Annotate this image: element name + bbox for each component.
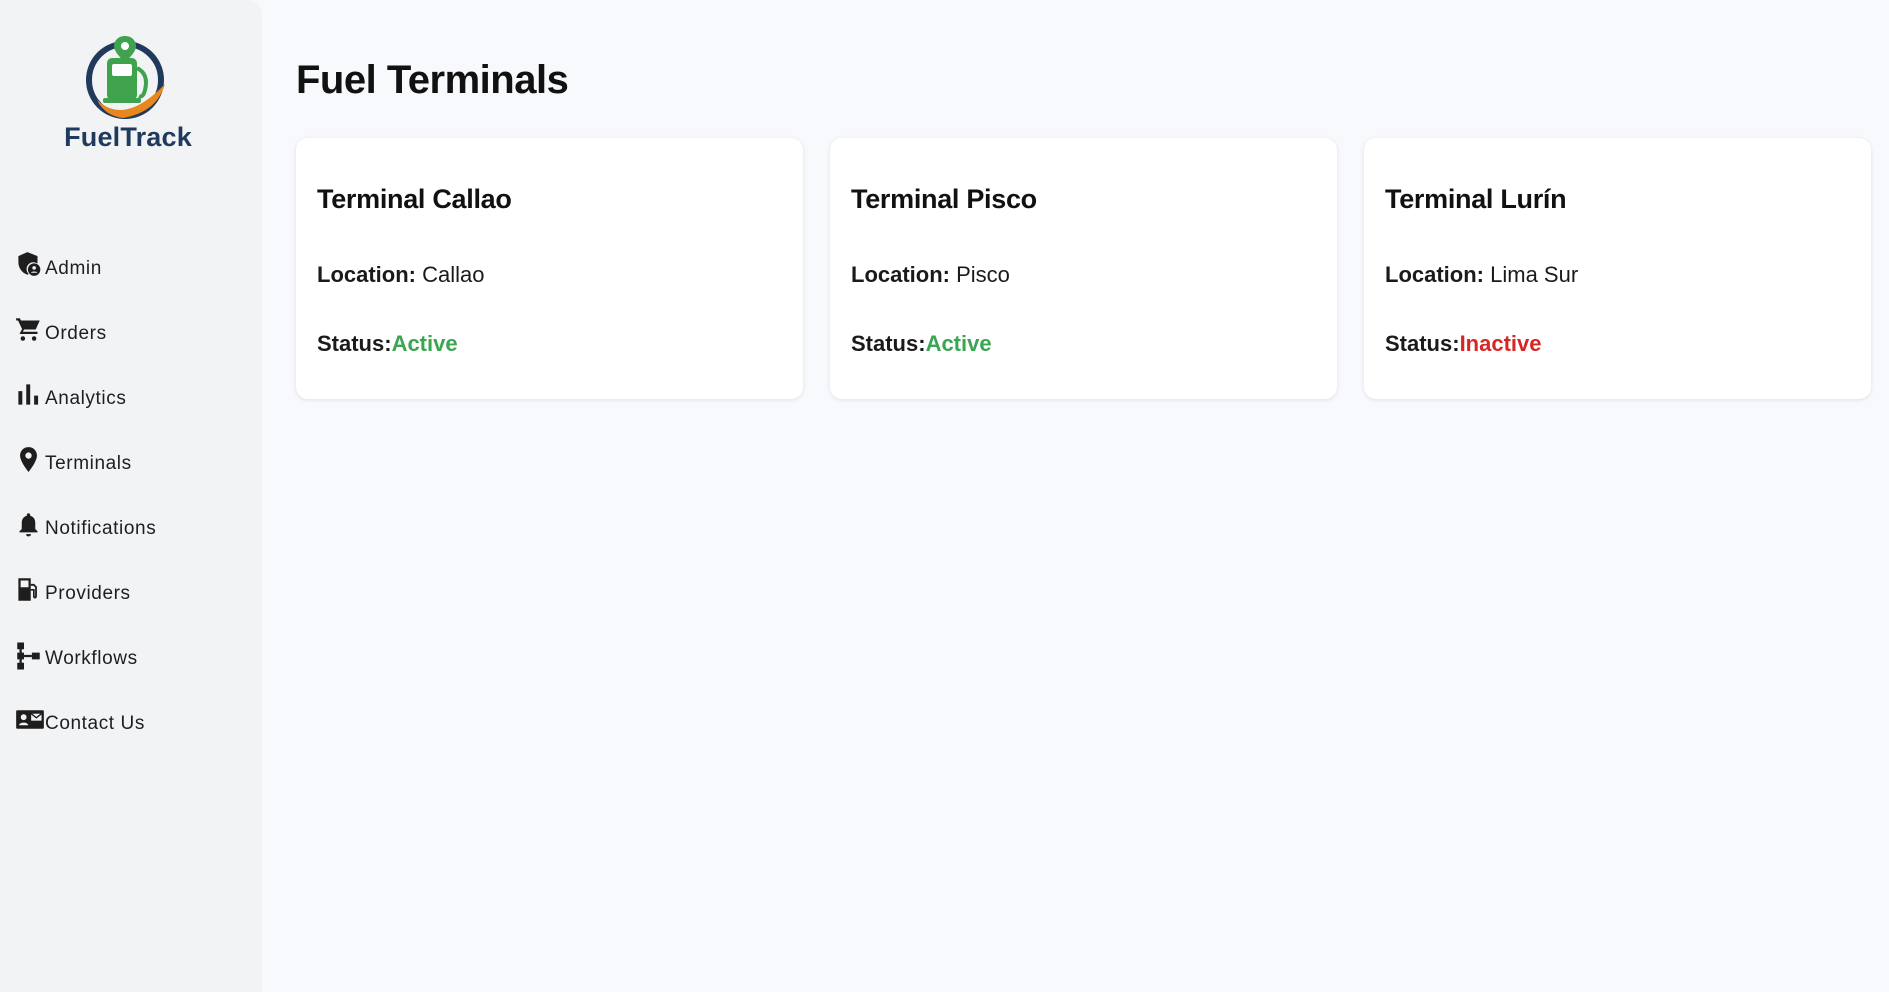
terminal-card[interactable]: Terminal Callao Location: Callao Status:… [296, 138, 803, 399]
contact-card-icon [15, 706, 45, 740]
terminal-location: Location: Lima Sur [1385, 262, 1578, 288]
status-label: Status: [851, 331, 926, 356]
location-label: Location: [317, 262, 416, 287]
sidebar: FuelTrack Admin Orders Analytics Termina… [0, 0, 262, 992]
sidebar-item-notifications[interactable]: Notifications [15, 480, 156, 545]
terminal-name: Terminal Pisco [851, 184, 1037, 214]
sidebar-item-label: Providers [45, 583, 131, 604]
sidebar-item-label: Terminals [45, 453, 132, 474]
shopping-cart-icon [15, 316, 45, 350]
fuel-pump-icon [15, 576, 45, 610]
location-value: Lima Sur [1490, 262, 1579, 287]
brand-name: FuelTrack [64, 122, 192, 152]
terminal-status: Status:Inactive [1385, 331, 1542, 357]
map-pin-icon [15, 446, 45, 480]
status-badge: Active [391, 331, 458, 356]
sidebar-item-label: Contact Us [45, 713, 145, 734]
location-label: Location: [851, 262, 950, 287]
sidebar-item-orders[interactable]: Orders [15, 285, 156, 350]
terminal-name: Terminal Lurín [1385, 184, 1567, 214]
bell-icon [15, 511, 45, 545]
terminal-name: Terminal Callao [317, 184, 512, 214]
status-badge: Active [925, 331, 992, 356]
location-label: Location: [1385, 262, 1484, 287]
status-label: Status: [317, 331, 392, 356]
terminal-location: Location: Pisco [851, 262, 1010, 288]
location-value: Callao [422, 262, 485, 287]
status-badge: Inactive [1459, 331, 1542, 356]
sidebar-item-admin[interactable]: Admin [15, 220, 156, 285]
terminal-card[interactable]: Terminal Lurín Location: Lima Sur Status… [1364, 138, 1871, 399]
page-title: Fuel Terminals [296, 58, 569, 102]
sidebar-item-label: Notifications [45, 518, 157, 539]
fueltrack-logo-icon [86, 36, 165, 119]
bar-chart-icon [15, 381, 45, 415]
brand-logo[interactable]: FuelTrack [60, 34, 196, 153]
terminal-status: Status:Active [317, 331, 458, 357]
status-label: Status: [1385, 331, 1460, 356]
terminal-card-list: Terminal Callao Location: Callao Status:… [296, 138, 1871, 399]
sidebar-item-label: Orders [45, 323, 107, 344]
terminal-status: Status:Active [851, 331, 992, 357]
admin-shield-icon [15, 251, 45, 285]
sidebar-item-workflows[interactable]: Workflows [15, 610, 156, 675]
workflow-icon [15, 641, 45, 675]
terminal-location: Location: Callao [317, 262, 485, 288]
sidebar-item-label: Workflows [45, 648, 138, 669]
sidebar-item-label: Admin [45, 258, 102, 279]
sidebar-item-analytics[interactable]: Analytics [15, 350, 156, 415]
sidebar-item-providers[interactable]: Providers [15, 545, 156, 610]
sidebar-item-label: Analytics [45, 388, 127, 409]
sidebar-item-terminals[interactable]: Terminals [15, 415, 156, 480]
sidebar-nav: Admin Orders Analytics Terminals Notific… [15, 220, 156, 740]
location-value: Pisco [956, 262, 1010, 287]
sidebar-item-contact-us[interactable]: Contact Us [15, 675, 156, 740]
terminal-card[interactable]: Terminal Pisco Location: Pisco Status:Ac… [830, 138, 1337, 399]
